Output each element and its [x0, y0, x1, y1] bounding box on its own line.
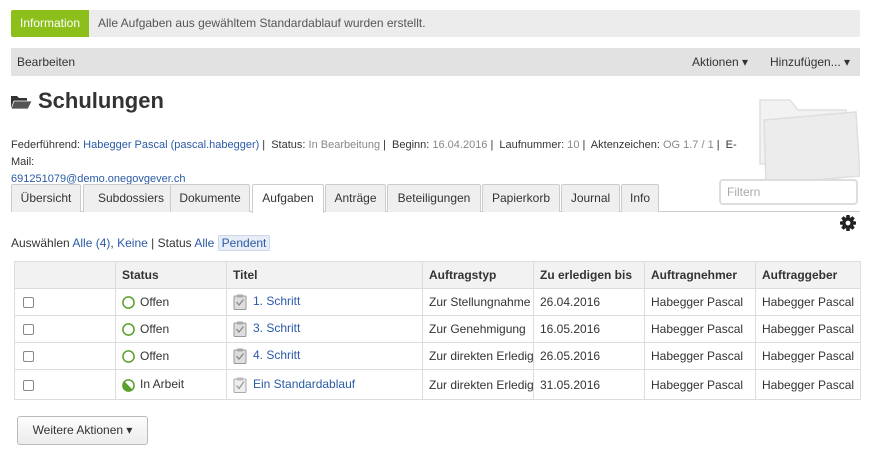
row-title-link[interactable]: 3. Schritt [253, 321, 300, 335]
tasks-table: Status Titel Auftragstyp Zu erledigen bi… [14, 261, 861, 400]
lead-value[interactable]: Habegger Pascal (pascal.habegger) [83, 139, 259, 151]
row-issuer: Habegger Pascal [755, 288, 861, 316]
info-message: Alle Aufgaben aus gewähltem Standardabla… [98, 16, 426, 30]
tab-participations[interactable]: Beteiligungen [387, 184, 481, 212]
status-open-icon [122, 323, 135, 337]
header-status[interactable]: Status [115, 261, 227, 289]
selection-controls: Auswählen Alle (4), Keine | Status Alle … [11, 235, 271, 251]
tab-overview[interactable]: Übersicht [11, 184, 81, 212]
tab-subdossiers[interactable]: Subdossiers [83, 184, 179, 212]
add-menu[interactable]: Hinzufügen... ▾ [770, 48, 850, 76]
table-row: In Arbeit Ein Standardablauf Zur direkte… [14, 369, 861, 400]
row-contractor: Habegger Pascal [644, 315, 756, 343]
status-label: Status: [271, 139, 306, 151]
row-status: In Arbeit [140, 377, 185, 392]
status-open-icon [122, 296, 135, 310]
row-title-link[interactable]: 4. Schritt [253, 348, 300, 362]
lead-label: Federführend: [11, 139, 81, 151]
more-actions-button[interactable]: Weitere Aktionen ▾ [17, 416, 148, 445]
dossier-metadata: Federführend: Habegger Pascal (pascal.ha… [11, 139, 737, 185]
dossier-folder-icon [759, 99, 860, 184]
tab-journal[interactable]: Journal [561, 184, 620, 212]
status-filter-label: Status [157, 236, 192, 250]
row-issuer: Habegger Pascal [755, 369, 861, 400]
row-contractor: Habegger Pascal [644, 342, 756, 370]
header-select [14, 261, 116, 289]
row-issuer: Habegger Pascal [755, 315, 861, 343]
tab-info[interactable]: Info [621, 184, 659, 212]
header-issuer[interactable]: Auftraggeber [755, 261, 861, 289]
begin-value: 16.04.2016 [432, 139, 488, 151]
row-checkbox[interactable] [23, 297, 34, 309]
page-title: Schulungen [38, 88, 164, 113]
header-type[interactable]: Auftragstyp [422, 261, 534, 289]
status-in-progress-icon [122, 378, 135, 392]
row-title-link[interactable]: 1. Schritt [253, 294, 300, 308]
select-none-link[interactable]: Keine [117, 236, 148, 250]
task-clipboard-icon [233, 321, 247, 337]
row-type: Zur direkten Erledigung [422, 369, 534, 400]
row-due: 26.04.2016 [533, 288, 645, 316]
row-status: Offen [140, 321, 170, 336]
reference-label: Aktenzeichen: [590, 139, 660, 151]
row-checkbox[interactable] [23, 351, 34, 363]
begin-label: Beginn: [392, 139, 430, 151]
number-label: Laufnummer: [499, 139, 565, 151]
header-title[interactable]: Titel [226, 261, 423, 289]
row-checkbox[interactable] [23, 324, 34, 336]
row-type: Zur Genehmigung [422, 315, 534, 343]
row-title-link[interactable]: Ein Standardablauf [253, 377, 355, 391]
process-clipboard-icon [233, 377, 247, 393]
tab-tasks[interactable]: Aufgaben [252, 184, 324, 213]
header-contractor[interactable]: Auftragnehmer [644, 261, 756, 289]
table-row: Offen 4. Schritt Zur direkten Erledigung… [14, 342, 861, 370]
row-status: Offen [140, 348, 170, 363]
row-due: 26.05.2016 [533, 342, 645, 370]
row-checkbox[interactable] [23, 379, 34, 391]
table-row: Offen 1. Schritt Zur Stellungnahme 26.04… [14, 288, 861, 316]
header-due[interactable]: Zu erledigen bis [533, 261, 645, 289]
task-clipboard-icon [233, 348, 247, 364]
row-due: 31.05.2016 [533, 369, 645, 400]
status-pending-filter[interactable]: Pendent [217, 235, 271, 251]
task-clipboard-icon [233, 294, 247, 310]
tab-trash[interactable]: Papierkorb [482, 184, 560, 212]
select-label: Auswählen [11, 236, 70, 250]
status-all-link[interactable]: Alle [194, 236, 214, 250]
reference-value: OG 1.7 / 1 [662, 139, 714, 151]
row-issuer: Habegger Pascal [755, 342, 861, 370]
select-all-link[interactable]: Alle (4) [72, 236, 110, 250]
folder-open-icon [11, 96, 32, 110]
tab-proposals[interactable]: Anträge [325, 184, 386, 212]
table-header-row: Status Titel Auftragstyp Zu erledigen bi… [14, 261, 861, 289]
row-status: Offen [140, 294, 170, 309]
action-menu-bar: Bearbeiten Aktionen ▾ Hinzufügen... ▾ [11, 48, 860, 76]
tab-bar: Übersicht Subdossiers Dokumente Aufgaben… [11, 184, 860, 213]
info-message-bar: Information Alle Aufgaben aus gewähltem … [11, 10, 860, 37]
gear-icon[interactable] [839, 214, 857, 232]
row-contractor: Habegger Pascal [644, 288, 756, 316]
info-badge: Information [11, 10, 89, 37]
table-row: Offen 3. Schritt Zur Genehmigung 16.05.2… [14, 315, 861, 343]
row-type: Zur Stellungnahme [422, 288, 534, 316]
status-value: In Bearbeitung [308, 139, 381, 151]
row-due: 16.05.2016 [533, 315, 645, 343]
row-type: Zur direkten Erledigung [422, 342, 534, 370]
status-open-icon [122, 350, 135, 364]
edit-button[interactable]: Bearbeiten [17, 48, 75, 76]
actions-menu[interactable]: Aktionen ▾ [692, 48, 748, 76]
number-value: 10 [567, 139, 580, 151]
tab-documents[interactable]: Dokumente [170, 184, 250, 212]
row-contractor: Habegger Pascal [644, 369, 756, 400]
